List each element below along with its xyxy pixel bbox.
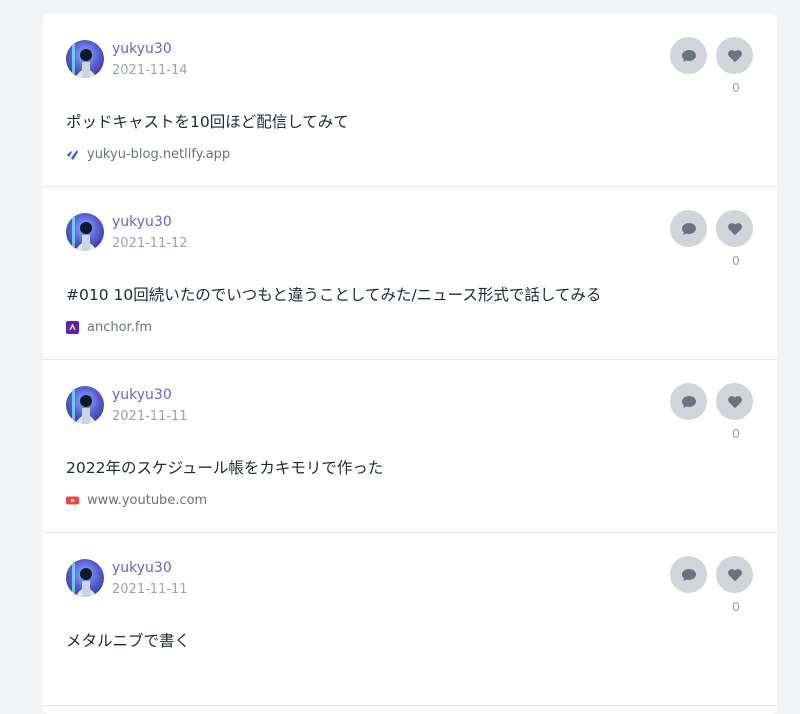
like-button[interactable]: [716, 556, 753, 593]
source-domain: yukyu-blog.netlify.app: [87, 147, 231, 162]
comment-button[interactable]: [670, 383, 707, 420]
source-link[interactable]: yukyu-blog.netlify.app: [66, 147, 230, 162]
heart-icon: [727, 568, 742, 581]
post-actions: [670, 37, 753, 74]
avatar[interactable]: [66, 213, 104, 251]
post-card[interactable]: yukyu30 2021-11-14 0 ポッドキャストを10回ほど配信してみて…: [43, 14, 777, 187]
comment-button[interactable]: [670, 210, 707, 247]
author-name[interactable]: yukyu30: [112, 214, 172, 230]
author-name[interactable]: yukyu30: [112, 41, 172, 57]
post-date: 2021-11-14: [112, 63, 188, 78]
post-title[interactable]: 2022年のスケジュール帳をカキモリで作った: [66, 456, 383, 478]
like-count: 0: [732, 427, 740, 441]
avatar[interactable]: [66, 559, 104, 597]
avatar[interactable]: [66, 40, 104, 78]
like-count: 0: [732, 600, 740, 614]
avatar[interactable]: [66, 386, 104, 424]
post-card[interactable]: yukyu30 2021-11-11 0 2022年のスケジュール帳をカキモリで…: [43, 360, 777, 533]
heart-icon: [727, 222, 742, 235]
post-title[interactable]: #010 10回続いたのでいつもと違うことしてみた/ニュース形式で話してみる: [66, 283, 601, 305]
post-actions: [670, 210, 753, 247]
post-feed: yukyu30 2021-11-14 0 ポッドキャストを10回ほど配信してみて…: [43, 14, 777, 714]
source-link[interactable]: anchor.fm: [66, 320, 152, 335]
like-count: 0: [732, 81, 740, 95]
post-date: 2021-11-11: [112, 409, 188, 424]
post-date: 2021-11-11: [112, 582, 188, 597]
comment-icon: [681, 49, 696, 62]
heart-icon: [727, 49, 742, 62]
post-title[interactable]: メタルニブで書く: [66, 629, 190, 651]
like-button[interactable]: [716, 37, 753, 74]
author-name[interactable]: yukyu30: [112, 387, 172, 403]
post-title[interactable]: ポッドキャストを10回ほど配信してみて: [66, 110, 349, 132]
comment-icon: [681, 568, 696, 581]
source-link[interactable]: www.youtube.com: [66, 493, 207, 508]
comment-button[interactable]: [670, 556, 707, 593]
like-button[interactable]: [716, 383, 753, 420]
netlify-icon: [66, 148, 79, 161]
anchor-icon: [66, 321, 79, 334]
like-count: 0: [732, 254, 740, 268]
comment-icon: [681, 222, 696, 235]
author-name[interactable]: yukyu30: [112, 560, 172, 576]
comment-button[interactable]: [670, 37, 707, 74]
source-domain: anchor.fm: [87, 320, 153, 335]
post-card[interactable]: yukyu30 2021-11-12 0 #010 10回続いたのでいつもと違う…: [43, 187, 777, 360]
post-actions: [670, 556, 753, 593]
post-card[interactable]: yukyu30 2021-11-11 0 メタルニブで書く: [43, 533, 777, 706]
youtube-icon: [66, 494, 79, 507]
post-date: 2021-11-12: [112, 236, 188, 251]
heart-icon: [727, 395, 742, 408]
comment-icon: [681, 395, 696, 408]
post-actions: [670, 383, 753, 420]
source-domain: www.youtube.com: [87, 493, 208, 508]
like-button[interactable]: [716, 210, 753, 247]
